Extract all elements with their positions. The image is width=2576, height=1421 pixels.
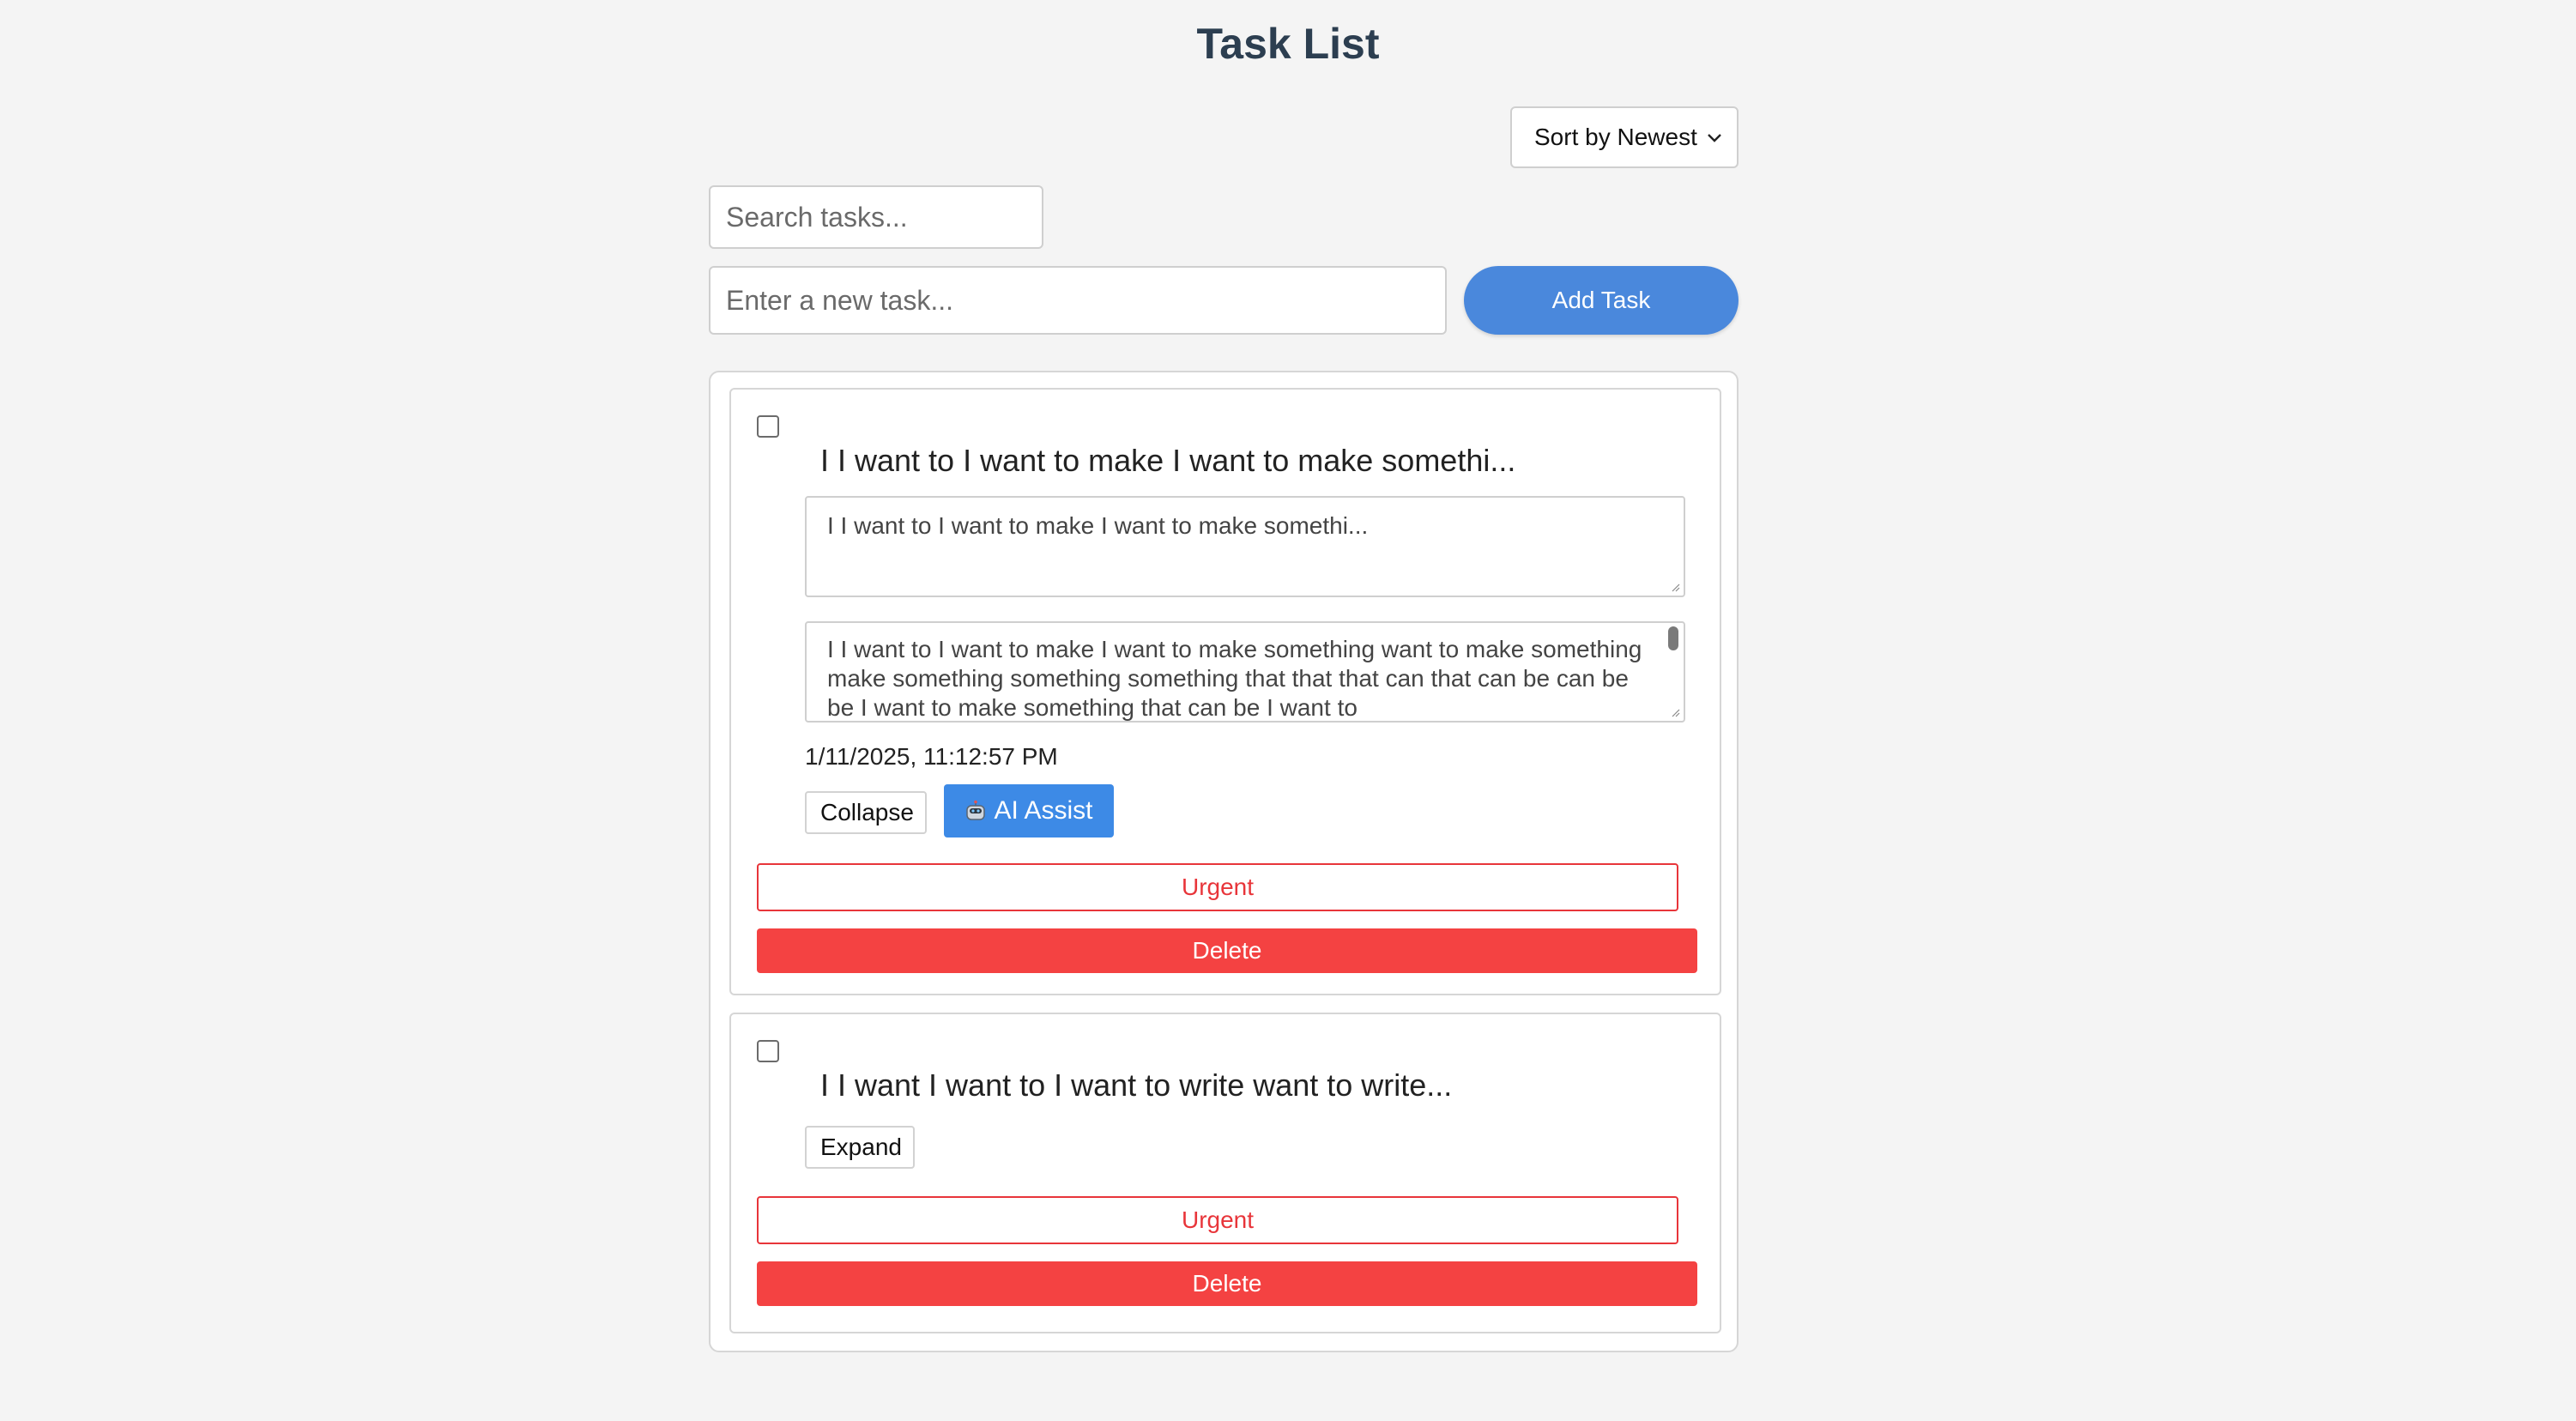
task-description-textarea[interactable]: I I want to I want to make I want to mak…: [805, 621, 1685, 723]
urgent-button[interactable]: Urgent: [757, 863, 1678, 911]
ai-assist-label: AI Assist: [994, 796, 1093, 825]
resize-grip-icon[interactable]: [1670, 707, 1680, 717]
task-title-textarea[interactable]: I I want to I want to make I want to mak…: [805, 496, 1685, 597]
sort-select[interactable]: Sort by Newest: [1510, 106, 1738, 168]
ai-assist-button[interactable]: AI Assist: [944, 784, 1114, 837]
robot-icon: [966, 800, 986, 820]
sort-select-label: Sort by Newest: [1534, 124, 1697, 150]
task-title-textarea-value: I I want to I want to make I want to mak…: [827, 512, 1369, 539]
new-task-input[interactable]: [709, 266, 1447, 335]
task-complete-checkbox[interactable]: [757, 415, 779, 438]
expand-button[interactable]: Expand: [805, 1126, 915, 1169]
delete-button[interactable]: Delete: [757, 928, 1697, 973]
search-input[interactable]: [709, 185, 1043, 249]
add-task-button[interactable]: Add Task: [1464, 266, 1738, 335]
scrollbar-thumb[interactable]: [1668, 626, 1678, 650]
task-complete-checkbox[interactable]: [757, 1040, 779, 1062]
task-list: I I want to I want to make I want to mak…: [709, 371, 1738, 1352]
chevron-down-icon: [1708, 134, 1721, 142]
page-title: Task List: [1196, 20, 1380, 68]
collapse-button[interactable]: Collapse: [805, 791, 927, 834]
task-item: I I want I want to I want to write want …: [729, 1013, 1721, 1333]
delete-button[interactable]: Delete: [757, 1261, 1697, 1306]
urgent-button[interactable]: Urgent: [757, 1196, 1678, 1244]
task-title: I I want I want to I want to write want …: [820, 1067, 1453, 1103]
task-item: I I want to I want to make I want to mak…: [729, 388, 1721, 995]
task-description-value: I I want to I want to make I want to mak…: [827, 636, 1642, 721]
resize-grip-icon[interactable]: [1670, 582, 1680, 592]
task-timestamp: 1/11/2025, 11:12:57 PM: [805, 743, 1058, 770]
task-title: I I want to I want to make I want to mak…: [820, 443, 1516, 478]
